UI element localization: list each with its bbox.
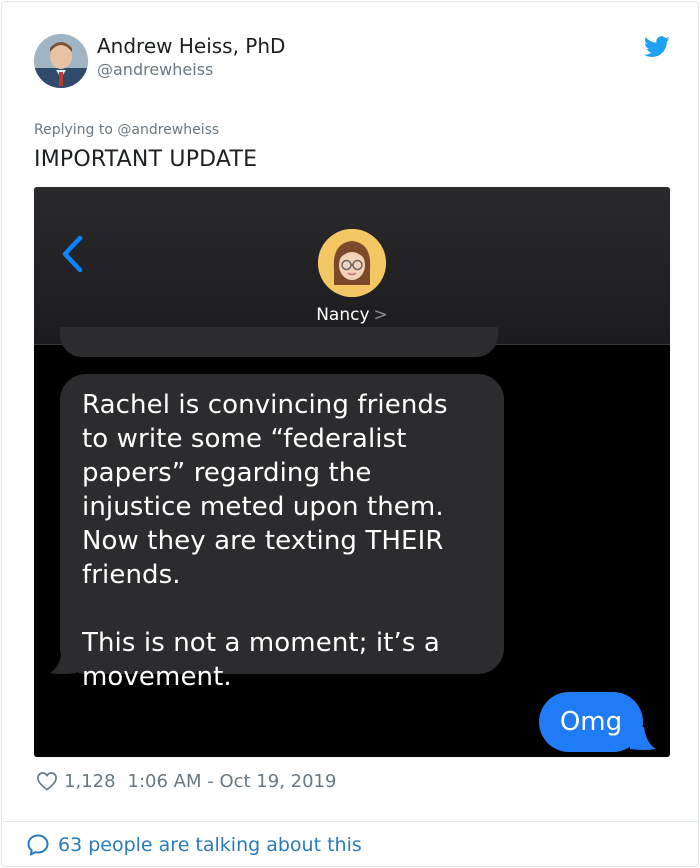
twitter-bird-icon[interactable] — [644, 36, 670, 58]
replying-handle-link[interactable]: @andrewheiss — [117, 122, 219, 138]
incoming-message-bubble: Rachel is convincing friends to write so… — [60, 374, 504, 692]
author-avatar[interactable] — [34, 34, 88, 88]
incoming-message-paragraph: This is not a moment; it’s a movement. — [82, 628, 440, 692]
tweet-text: IMPORTANT UPDATE — [34, 147, 258, 172]
tweet-timestamp[interactable]: 1:06 AM - Oct 19, 2019 — [128, 771, 337, 792]
back-chevron-icon — [62, 235, 83, 273]
heart-icon[interactable] — [36, 771, 58, 791]
imessage-header: Nancy > — [34, 187, 670, 345]
conversation-label[interactable]: 63 people are talking about this — [58, 834, 362, 856]
previous-message-bubble — [60, 327, 498, 357]
conversation-link[interactable]: 63 people are talking about this — [26, 832, 362, 858]
contact-name: Nancy > — [34, 305, 670, 325]
tweet-meta: 1,128 1:06 AM - Oct 19, 2019 — [36, 769, 336, 793]
outgoing-bubble-tail — [630, 727, 656, 750]
like-count[interactable]: 1,128 — [64, 771, 116, 792]
incoming-bubble-tail — [50, 651, 76, 674]
comment-bubble-icon — [27, 834, 49, 856]
footer-divider — [3, 821, 699, 822]
contact-chevron-icon: > — [373, 305, 388, 325]
tweet-media-image[interactable]: Nancy > Rachel is convincing friends to w… — [34, 187, 670, 757]
outgoing-message-bubble: Omg — [539, 692, 643, 752]
tweet-card: Andrew Heiss, PhD @andrewheiss Replying … — [1, 1, 699, 867]
replying-prefix: Replying to — [34, 122, 113, 138]
contact-name-label: Nancy — [316, 305, 370, 325]
replying-to: Replying to @andrewheiss — [34, 122, 219, 138]
contact-avatar — [318, 229, 386, 297]
author-name[interactable]: Andrew Heiss, PhD — [97, 34, 285, 58]
incoming-message-paragraph: Rachel is convincing friends to write so… — [82, 390, 448, 590]
author-handle[interactable]: @andrewheiss — [97, 60, 213, 80]
